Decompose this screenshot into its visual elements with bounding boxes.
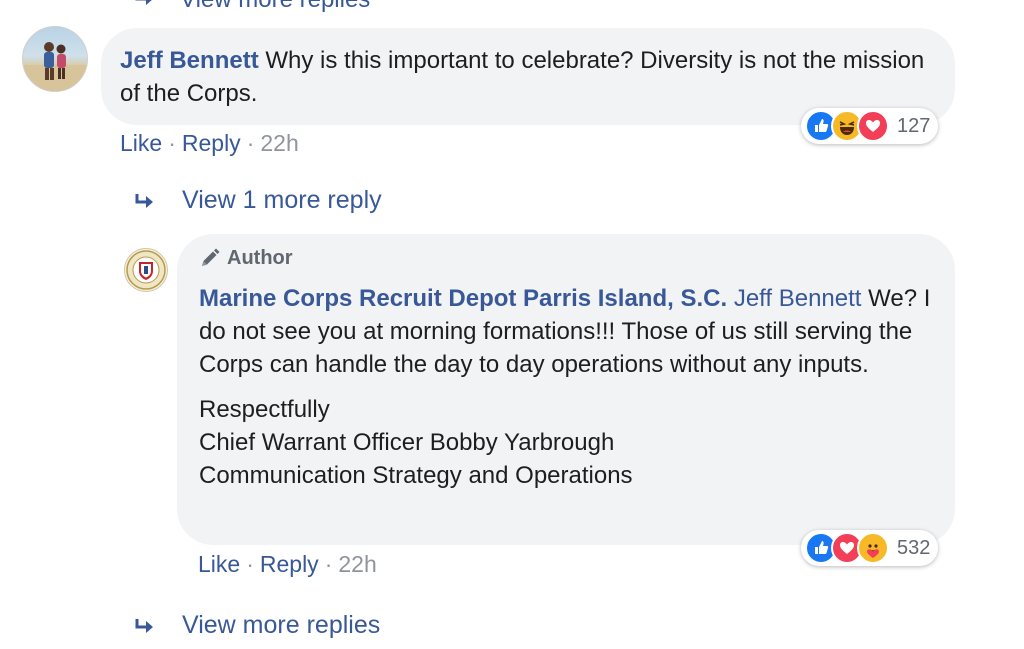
- comment-author-name[interactable]: Jeff Bennett: [120, 47, 259, 74]
- pencil-icon: [202, 248, 220, 266]
- comment-actions: Like · Reply · 22h: [120, 130, 299, 157]
- avatar[interactable]: [124, 248, 168, 292]
- avatar[interactable]: [22, 26, 88, 92]
- separator: ·: [246, 130, 255, 156]
- timestamp-link[interactable]: 22h: [338, 551, 376, 578]
- reactions-summary[interactable]: 532: [801, 530, 939, 566]
- reply-text-paragraph: Marine Corps Recruit Depot Parris Island…: [199, 282, 933, 381]
- reply-link[interactable]: Reply: [260, 551, 319, 578]
- reply-arrow-icon: [134, 192, 182, 210]
- author-badge: Author: [199, 244, 933, 272]
- care-icon: [857, 532, 889, 564]
- mention-link[interactable]: Jeff Bennett: [734, 285, 862, 312]
- signature-line: Chief Warrant Officer Bobby Yarbrough: [199, 429, 615, 456]
- reply-link[interactable]: Reply: [182, 130, 241, 157]
- view-1-more-reply-label: View 1 more reply: [182, 186, 382, 214]
- reaction-count: 532: [897, 536, 931, 559]
- author-badge-label: Author: [227, 246, 293, 269]
- separator: ·: [246, 551, 254, 577]
- view-more-replies-link[interactable]: View more replies: [134, 611, 380, 640]
- like-link[interactable]: Like: [198, 551, 240, 578]
- profile-photo-icon: [23, 42, 87, 91]
- reaction-count: 127: [897, 114, 931, 137]
- signature-line: Respectfully: [199, 396, 330, 423]
- love-icon: [857, 110, 889, 142]
- signature-block: Respectfully Chief Warrant Officer Bobby…: [199, 393, 933, 492]
- view-more-replies-top-label: View more replies: [180, 0, 370, 13]
- reply-arrow-icon: [134, 617, 182, 635]
- signature-line: Communication Strategy and Operations: [199, 462, 633, 489]
- view-1-more-reply-link[interactable]: View 1 more reply: [134, 186, 382, 215]
- view-more-replies-top-link[interactable]: View more replies: [134, 0, 370, 14]
- reply-author-name[interactable]: Marine Corps Recruit Depot Parris Island…: [199, 285, 727, 312]
- like-link[interactable]: Like: [120, 130, 162, 157]
- timestamp-link[interactable]: 22h: [260, 130, 298, 157]
- separator: ·: [168, 130, 176, 156]
- view-more-replies-label: View more replies: [182, 611, 381, 639]
- reactions-summary[interactable]: 127: [801, 108, 939, 144]
- seal-logo-icon: [126, 250, 166, 290]
- reply-bubble: Author Marine Corps Recruit Depot Parris…: [177, 234, 955, 545]
- reply-actions: Like · Reply · 22h: [198, 551, 377, 578]
- reply-arrow-icon: [134, 0, 180, 14]
- separator: ·: [324, 551, 333, 577]
